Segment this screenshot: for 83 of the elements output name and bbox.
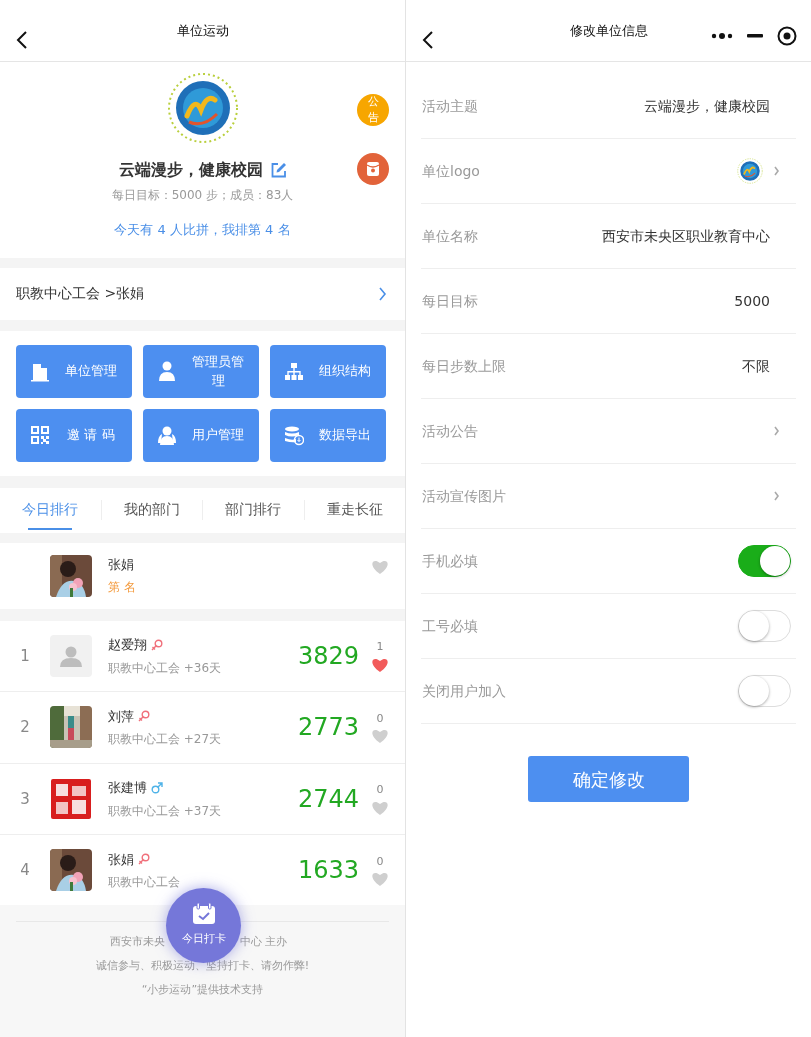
minimize-icon[interactable] [747,34,763,38]
action-button[interactable]: 单位管理 [16,344,132,398]
male-icon [151,781,163,794]
field-label: 单位名称 [422,226,479,246]
user-name: 刘萍 [108,707,134,726]
envelope-icon[interactable] [366,161,380,177]
field-label: 工号必填 [422,616,479,636]
footer-text: “小步运动”提供技术支持 [140,982,265,998]
field-label: 活动主题 [422,96,479,116]
action-button[interactable]: 用户管理 [143,408,259,462]
field-value[interactable]: 5000 [734,290,770,312]
department-days: 职教中心工会 +36天 [108,658,298,677]
close-icon[interactable] [777,26,797,46]
field-label: 每日目标 [422,291,479,311]
field-value[interactable]: 云端漫步，健康校园 [644,95,770,117]
heart-icon[interactable] [371,656,389,673]
page-title: 单位运动 [176,21,229,40]
action-button[interactable]: 数据导出 [270,408,386,462]
rank-number: 2 [19,717,31,738]
tab[interactable]: 部门排行 [225,490,282,528]
activity-title: 云端漫步，健康校园 [118,159,263,181]
chevron-icon [773,425,780,437]
female-icon [138,710,150,723]
chevron-icon [773,165,780,177]
field-label: 活动公告 [422,421,479,441]
like-count: 1 [376,639,384,655]
field-label: 每日步数上限 [422,356,507,376]
like-count: 0 [376,853,384,870]
field-label: 活动宣传图片 [422,486,507,506]
more-icon[interactable] [711,32,733,40]
confirm-button[interactable]: 确定修改 [528,756,689,802]
department-days: 职教中心工会 +37天 [108,801,298,820]
chevron-icon [378,285,387,302]
database-icon [284,424,304,446]
step-count: 3829 [297,640,359,672]
user-name: 张娟 [108,555,135,574]
female-icon [138,853,150,866]
rank-number: 3 [19,788,31,810]
back-icon[interactable] [16,30,28,50]
ranking-summary: 今天有 4 人比拼，我排第 4 名 [114,221,291,239]
edit-icon[interactable] [270,162,287,178]
field-label: 单位logo [422,161,481,181]
page-title: 修改单位信息 [569,21,648,40]
notice-button[interactable]: 公告 [357,94,389,126]
footer-text: 中心 主办 [240,934,289,950]
action-button[interactable]: 管理员管理 [143,344,259,398]
person-icon [157,360,177,382]
rank-text: 第 名 [108,579,137,597]
calendar-check-icon [191,903,216,926]
tab[interactable]: 重走长征 [326,490,383,528]
logo-icon [737,158,763,184]
org-chart-icon [284,360,304,382]
user-name: 张娟 [108,850,134,869]
avatar-icon [60,644,82,667]
rank-number: 1 [19,645,31,667]
users-icon [157,424,177,446]
tab[interactable]: 我的部门 [123,490,180,528]
rank-number: 4 [19,860,31,881]
chevron-icon [773,490,780,502]
logo-icon [166,72,239,144]
step-count: 2773 [297,712,359,744]
field-value[interactable]: 不限 [742,355,770,377]
user-name: 赵爱翔 [108,636,147,654]
like-count: 0 [376,710,384,727]
department-days: 职教中心工会 [108,873,298,891]
action-button[interactable]: 邀 请 码 [16,408,132,462]
like-count: 0 [376,782,384,798]
user-name: 张建博 [108,779,147,797]
action-button[interactable]: 组织结构 [270,344,386,398]
tab[interactable]: 今日排行 [22,490,79,528]
department-days: 职教中心工会 +27天 [108,730,298,748]
step-count: 1633 [297,855,359,887]
department-path[interactable]: 职教中心工会 >张娟 [16,283,145,304]
field-label: 关闭用户加入 [422,681,507,701]
back-icon[interactable] [422,30,434,50]
qr-code-icon [30,424,50,446]
activity-stats: 每日目标：5000 步；成员：83人 [111,187,294,204]
toggle-switch[interactable] [738,545,791,577]
female-icon [151,638,163,651]
field-label: 手机必填 [422,551,479,571]
field-value[interactable]: 西安市未央区职业教育中心 [602,225,770,247]
step-count: 2744 [297,783,359,815]
footer-text: 西安市未央 [109,934,165,950]
